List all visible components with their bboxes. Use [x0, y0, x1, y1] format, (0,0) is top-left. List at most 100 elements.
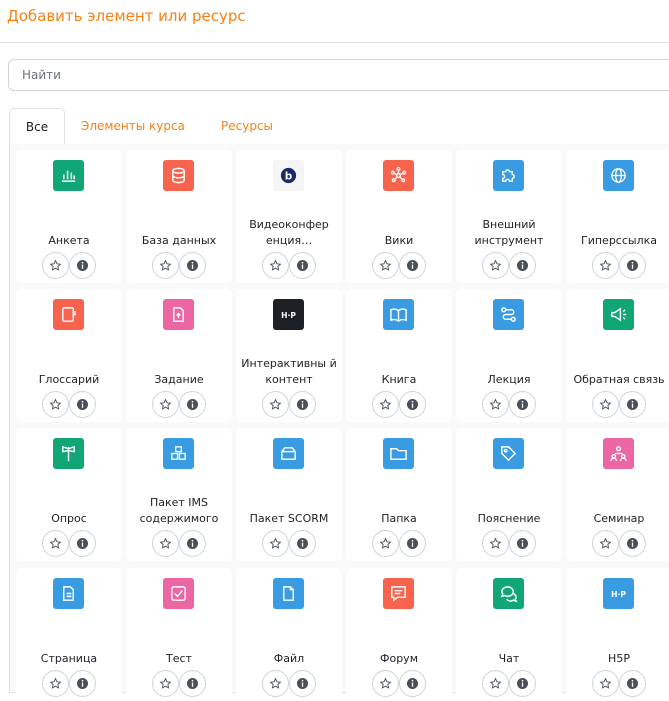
- module-label-text: Чат: [498, 652, 520, 665]
- module-card[interactable]: Тест: [126, 568, 232, 701]
- info-icon[interactable]: [289, 530, 316, 557]
- module-card[interactable]: Задание: [126, 289, 232, 422]
- module-card[interactable]: Анкета: [16, 150, 122, 283]
- chart-icon: [53, 160, 84, 191]
- module-label: Анкета: [16, 205, 122, 249]
- module-label: Пояснение: [456, 483, 562, 527]
- module-label-text: Пояснение: [477, 512, 541, 525]
- module-card[interactable]: H·P Интерактивны й контент: [236, 289, 342, 422]
- module-label-text: H5P: [608, 652, 630, 665]
- info-icon[interactable]: [69, 530, 96, 557]
- module-card[interactable]: Гиперссылка: [566, 150, 669, 283]
- search-input[interactable]: [8, 59, 669, 91]
- module-label-text: Интерактивны й контент: [241, 357, 337, 386]
- info-icon[interactable]: [179, 252, 206, 279]
- globe-icon: [603, 160, 634, 191]
- module-card[interactable]: Пояснение: [456, 428, 562, 561]
- module-label-text: База данных: [141, 234, 217, 247]
- module-card[interactable]: Чат: [456, 568, 562, 701]
- info-icon[interactable]: [179, 391, 206, 418]
- file-icon: [273, 578, 304, 609]
- star-icon[interactable]: [152, 391, 179, 418]
- module-card[interactable]: b Видеоконфер енция…: [236, 150, 342, 283]
- module-label: Интерактивны й контент: [236, 344, 342, 388]
- star-icon[interactable]: [372, 530, 399, 557]
- module-card[interactable]: База данных: [126, 150, 232, 283]
- puzzle-icon: [493, 160, 524, 191]
- star-icon[interactable]: [482, 391, 509, 418]
- upload-doc-icon: [163, 299, 194, 330]
- star-icon[interactable]: [152, 252, 179, 279]
- module-card[interactable]: Файл: [236, 568, 342, 701]
- module-label-text: Папка: [381, 512, 417, 525]
- tab-resources[interactable]: Ресурсы: [221, 108, 273, 144]
- module-card[interactable]: Форум: [346, 568, 452, 701]
- tab-activities[interactable]: Элементы курса: [81, 108, 185, 144]
- star-icon[interactable]: [592, 252, 619, 279]
- info-icon[interactable]: [399, 530, 426, 557]
- page-icon: [53, 578, 84, 609]
- info-icon[interactable]: [399, 252, 426, 279]
- info-icon[interactable]: [179, 530, 206, 557]
- star-icon[interactable]: [42, 252, 69, 279]
- h5p-icon: H·P: [273, 299, 304, 330]
- module-card[interactable]: Лекция: [456, 289, 562, 422]
- star-icon[interactable]: [592, 391, 619, 418]
- module-card[interactable]: Глоссарий: [16, 289, 122, 422]
- module-card[interactable]: Пакет IMS содержимого: [126, 428, 232, 561]
- module-label: Чат: [456, 623, 562, 667]
- module-label-text: Пакет SCORM: [249, 512, 329, 525]
- module-card[interactable]: Папка: [346, 428, 452, 561]
- star-icon[interactable]: [372, 252, 399, 279]
- module-label-text: Тест: [166, 652, 192, 665]
- people-icon: [603, 438, 634, 469]
- info-icon[interactable]: [619, 530, 646, 557]
- star-icon[interactable]: [262, 530, 289, 557]
- tag-icon: [493, 438, 524, 469]
- star-icon[interactable]: [152, 530, 179, 557]
- boxes-icon: [163, 438, 194, 469]
- module-label: H5P: [566, 623, 669, 667]
- star-icon[interactable]: [262, 391, 289, 418]
- svg-text:H·P: H·P: [281, 311, 296, 320]
- info-icon[interactable]: [289, 391, 316, 418]
- star-icon[interactable]: [482, 252, 509, 279]
- module-card[interactable]: Вики: [346, 150, 452, 283]
- module-label: Пакет IMS содержимого: [126, 483, 232, 527]
- info-icon[interactable]: [509, 391, 536, 418]
- info-icon[interactable]: [289, 252, 316, 279]
- info-icon[interactable]: [69, 252, 96, 279]
- star-icon[interactable]: [42, 391, 69, 418]
- star-icon[interactable]: [592, 530, 619, 557]
- chat-icon: [493, 578, 524, 609]
- star-icon[interactable]: [42, 530, 69, 557]
- module-card[interactable]: Пакет SCORM: [236, 428, 342, 561]
- star-icon[interactable]: [482, 530, 509, 557]
- module-card[interactable]: Внешний инструмент: [456, 150, 562, 283]
- module-label: Семинар: [566, 483, 669, 527]
- module-label: Вики: [346, 205, 452, 249]
- bigbluebutton-icon: b: [273, 160, 304, 191]
- info-icon[interactable]: [399, 391, 426, 418]
- module-label: Видеоконфер енция…: [236, 205, 342, 249]
- info-icon[interactable]: [509, 252, 536, 279]
- info-icon[interactable]: [619, 252, 646, 279]
- module-label: Гиперссылка: [566, 205, 669, 249]
- info-icon[interactable]: [619, 391, 646, 418]
- module-card[interactable]: Семинар: [566, 428, 669, 561]
- module-card[interactable]: H·P H5P: [566, 568, 669, 701]
- info-icon[interactable]: [69, 391, 96, 418]
- info-icon[interactable]: [509, 530, 536, 557]
- module-card[interactable]: Обратная связь: [566, 289, 669, 422]
- module-label-text: Задание: [154, 373, 204, 386]
- folder-icon: [383, 438, 414, 469]
- module-card[interactable]: Страница: [16, 568, 122, 701]
- module-label: Пакет SCORM: [236, 483, 342, 527]
- path-icon: [493, 299, 524, 330]
- module-label-text: Файл: [273, 652, 305, 665]
- module-card[interactable]: Книга: [346, 289, 452, 422]
- star-icon[interactable]: [262, 252, 289, 279]
- tab-all[interactable]: Все: [9, 108, 65, 145]
- module-card[interactable]: Опрос: [16, 428, 122, 561]
- star-icon[interactable]: [372, 391, 399, 418]
